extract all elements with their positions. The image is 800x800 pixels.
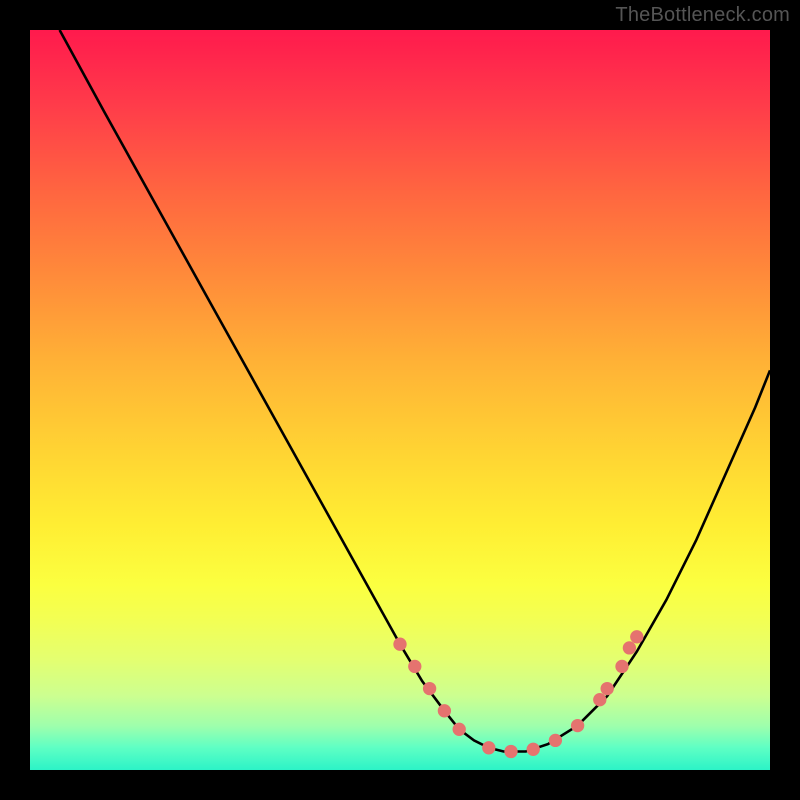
marker-dot — [438, 704, 451, 717]
marker-dot — [571, 719, 584, 732]
marker-dot — [623, 641, 636, 654]
marker-group — [393, 630, 643, 758]
plot-area — [30, 30, 770, 770]
chart-svg — [30, 30, 770, 770]
watermark-text: TheBottleneck.com — [615, 4, 790, 27]
marker-dot — [423, 682, 436, 695]
marker-dot — [393, 638, 406, 651]
chart-stage: TheBottleneck.com — [0, 0, 800, 800]
marker-dot — [408, 660, 421, 673]
marker-dot — [549, 734, 562, 747]
marker-dot — [482, 741, 495, 754]
marker-dot — [593, 693, 606, 706]
marker-dot — [504, 745, 517, 758]
marker-dot — [630, 630, 643, 643]
marker-dot — [453, 723, 466, 736]
marker-dot — [601, 682, 614, 695]
marker-dot — [527, 743, 540, 756]
bottleneck-curve — [60, 30, 770, 752]
marker-dot — [615, 660, 628, 673]
